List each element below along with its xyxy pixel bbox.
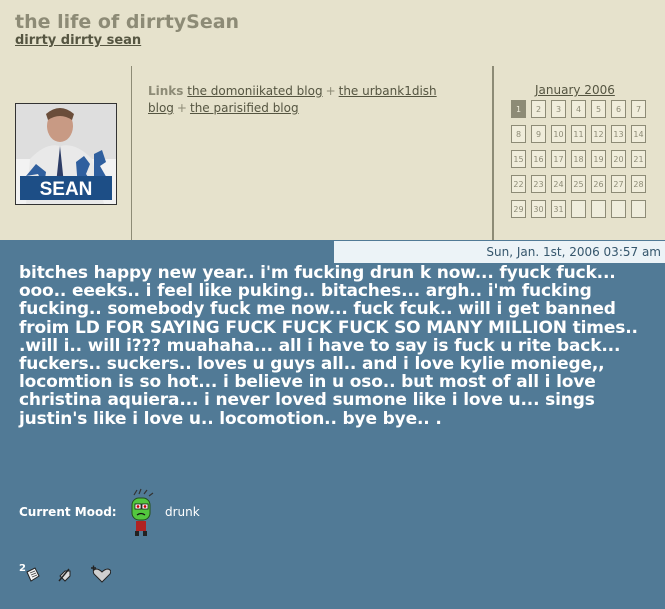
calendar-empty-cell bbox=[631, 200, 646, 218]
calendar-day-19[interactable]: 19 bbox=[591, 150, 606, 168]
edit-tags-button[interactable] bbox=[57, 567, 73, 587]
calendar-day-5[interactable]: 5 bbox=[591, 100, 606, 118]
calendar-day-23[interactable]: 23 bbox=[531, 175, 546, 193]
calendar-day-14[interactable]: 14 bbox=[631, 125, 646, 143]
link-separator: + bbox=[176, 101, 187, 115]
calendar-day-9[interactable]: 9 bbox=[531, 125, 546, 143]
calendar-day-18[interactable]: 18 bbox=[571, 150, 586, 168]
edit-tags-icon bbox=[58, 568, 71, 582]
add-to-memories-icon bbox=[91, 565, 112, 583]
current-mood-value: drunk bbox=[165, 505, 200, 519]
calendar-day-10[interactable]: 10 bbox=[551, 125, 566, 143]
calendar-day-16[interactable]: 16 bbox=[531, 150, 546, 168]
calendar-day-26[interactable]: 26 bbox=[591, 175, 606, 193]
calendar-day-27[interactable]: 27 bbox=[611, 175, 626, 193]
calendar-day-25[interactable]: 25 bbox=[571, 175, 586, 193]
calendar-day-31[interactable]: 31 bbox=[551, 200, 566, 218]
calendar-empty-cell bbox=[611, 200, 626, 218]
blog-subtitle[interactable]: dirrty dirrty sean bbox=[15, 33, 141, 48]
link-parisified-blog[interactable]: the parisified blog bbox=[190, 101, 299, 115]
blog-header: the life of dirrtySean dirrty dirrty sea… bbox=[0, 0, 665, 67]
link-domoniikated-blog[interactable]: the domoniikated blog bbox=[187, 84, 322, 98]
calendar-day-13[interactable]: 13 bbox=[611, 125, 626, 143]
calendar-day-24[interactable]: 24 bbox=[551, 175, 566, 193]
links-label: Links bbox=[148, 84, 184, 98]
calendar-day-6[interactable]: 6 bbox=[611, 100, 626, 118]
add-to-memories-button[interactable] bbox=[89, 565, 112, 587]
calendar-title[interactable]: January 2006 bbox=[535, 83, 615, 97]
userpic-caption: SEAN bbox=[40, 179, 93, 200]
calendar-day-11[interactable]: 11 bbox=[571, 125, 586, 143]
entry-body: bitches happy new year.. i'm fucking dru… bbox=[19, 263, 638, 429]
calendar-day-20[interactable]: 20 bbox=[611, 150, 626, 168]
calendar-day-17[interactable]: 17 bbox=[551, 150, 566, 168]
entry-date[interactable]: Sun, Jan. 1st, 2006 03:57 am bbox=[334, 241, 665, 263]
calendar-day-29[interactable]: 29 bbox=[511, 200, 526, 218]
calendar-empty-cell bbox=[591, 200, 606, 218]
calendar-empty-cell bbox=[571, 200, 586, 218]
column-divider bbox=[131, 66, 132, 240]
userpic-image: SEAN bbox=[16, 104, 116, 204]
drunk-face-icon bbox=[126, 488, 156, 538]
calendar-day-3[interactable]: 3 bbox=[551, 100, 566, 118]
calendar-day-2[interactable]: 2 bbox=[531, 100, 546, 118]
calendar-day-30[interactable]: 30 bbox=[531, 200, 546, 218]
calendar-day-15[interactable]: 15 bbox=[511, 150, 526, 168]
current-mood-label: Current Mood: bbox=[19, 505, 117, 519]
calendar-day-4[interactable]: 4 bbox=[571, 100, 586, 118]
calendar-day-7[interactable]: 7 bbox=[631, 100, 646, 118]
link-separator: + bbox=[325, 84, 336, 98]
userpic[interactable]: SEAN bbox=[15, 103, 117, 205]
calendar-day-12[interactable]: 12 bbox=[591, 125, 606, 143]
links-box: Links the domoniikated blog + the urbank1d… bbox=[148, 83, 478, 117]
column-divider bbox=[492, 66, 494, 240]
calendar-day-1[interactable]: 1 bbox=[511, 100, 526, 118]
calendar-day-28[interactable]: 28 bbox=[631, 175, 646, 193]
comment-icon bbox=[26, 567, 40, 582]
blog-title[interactable]: the life of dirrtySean bbox=[15, 11, 239, 33]
calendar-day-8[interactable]: 8 bbox=[511, 125, 526, 143]
calendar-day-22[interactable]: 22 bbox=[511, 175, 526, 193]
calendar-day-21[interactable]: 21 bbox=[631, 150, 646, 168]
